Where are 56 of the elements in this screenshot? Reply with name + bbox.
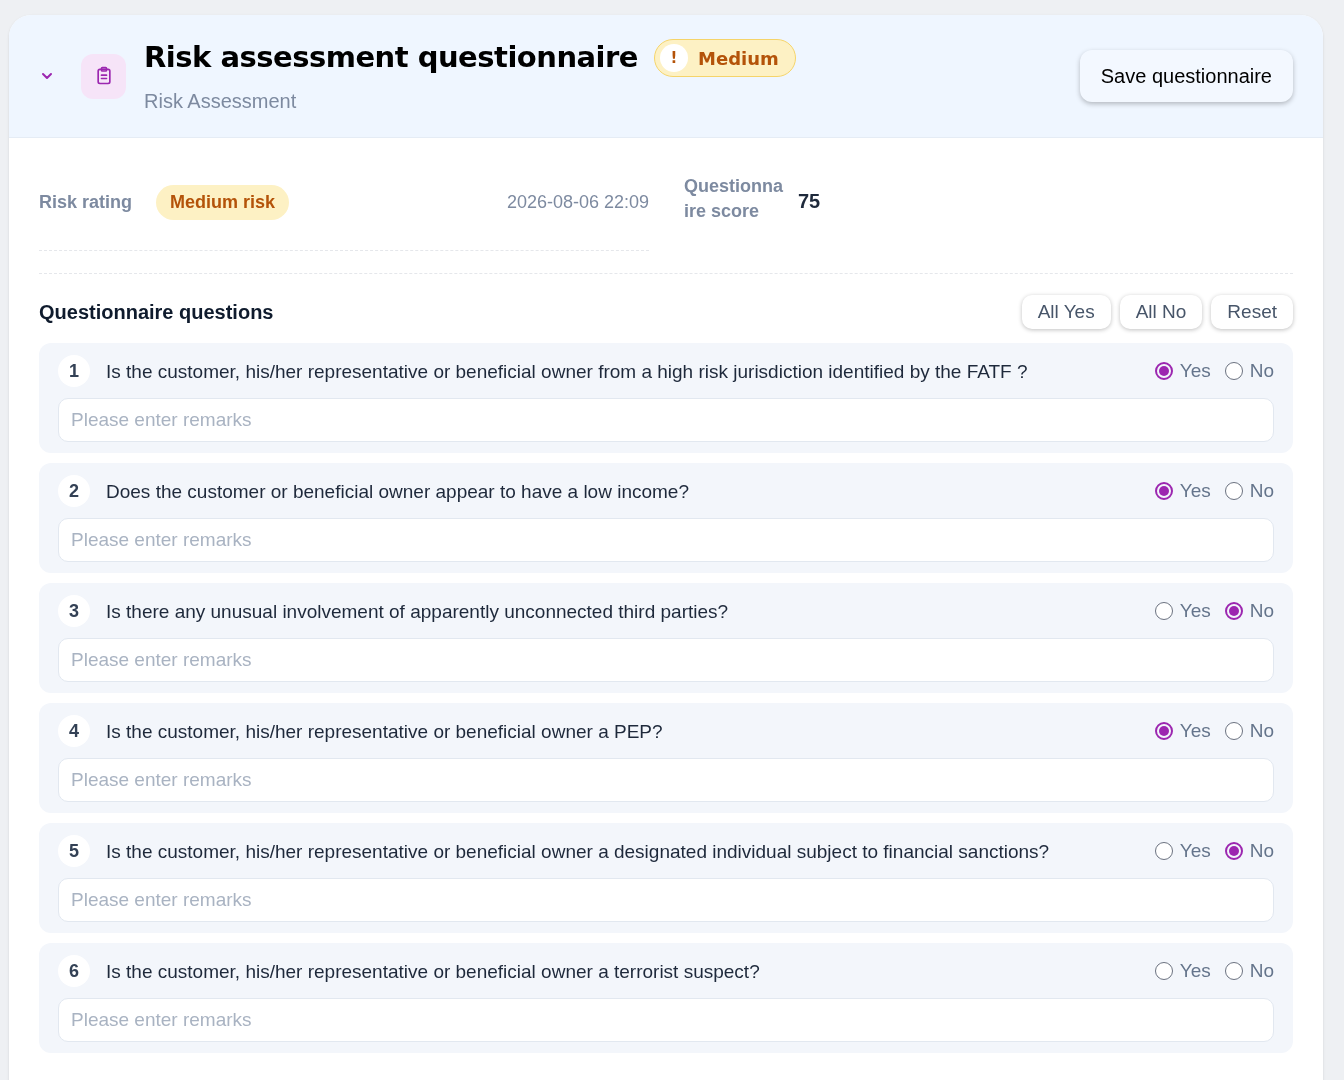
timestamp: 2026-08-06 22:09 <box>506 190 649 214</box>
remarks-field[interactable]: Please enter remarks <box>58 398 1274 442</box>
radio-icon[interactable] <box>1224 602 1243 621</box>
radio-option[interactable]: No <box>1224 957 1274 986</box>
radio-option[interactable]: No <box>1224 357 1274 386</box>
remarks-field[interactable]: Please enter remarks <box>58 518 1274 562</box>
radio-option[interactable]: Yes <box>1154 717 1211 746</box>
remarks-field[interactable]: Please enter remarks <box>58 758 1274 802</box>
radio-option[interactable]: No <box>1224 837 1274 866</box>
radio-icon[interactable] <box>1224 962 1243 981</box>
radio-option[interactable]: No <box>1224 477 1274 506</box>
page-title: Risk assessment questionnaire <box>144 39 639 77</box>
question-number: 3 <box>58 595 90 627</box>
question-text: Is the customer, his/her representative or beneficial owner a designated individual subject to financial sanctions? <box>106 839 1051 864</box>
question-number: 2 <box>58 475 90 507</box>
risk-level-badge: ! Medium <box>654 39 796 77</box>
radio-icon[interactable] <box>1154 722 1173 741</box>
clipboard-icon <box>81 53 126 99</box>
radio-icon[interactable] <box>1224 722 1243 741</box>
radio-option[interactable]: Yes <box>1154 357 1211 386</box>
section-title: Questionnaire questions <box>39 300 274 325</box>
page-subtitle: Risk Assessment <box>144 88 298 114</box>
radio-icon[interactable] <box>1154 362 1173 381</box>
bulk-action-button[interactable]: Reset <box>1211 295 1293 329</box>
radio-icon[interactable] <box>1154 842 1173 861</box>
radio-option[interactable]: No <box>1224 717 1274 746</box>
bulk-action-button[interactable]: All No <box>1119 295 1203 329</box>
score-label: Questionna ire score <box>684 175 784 223</box>
risk-rating-label: Risk rating <box>39 190 133 214</box>
question-number: 4 <box>58 715 90 747</box>
radio-icon[interactable] <box>1154 962 1173 981</box>
radio-option[interactable]: Yes <box>1154 957 1211 986</box>
radio-icon[interactable] <box>1224 482 1243 501</box>
radio-icon[interactable] <box>1154 602 1173 621</box>
radio-icon[interactable] <box>1224 842 1243 861</box>
radio-icon[interactable] <box>1224 362 1243 381</box>
question-number: 1 <box>58 355 90 387</box>
risk-rating-tag: Medium risk <box>156 184 290 220</box>
remarks-field[interactable]: Please enter remarks <box>58 638 1274 682</box>
radio-option[interactable]: No <box>1224 597 1274 626</box>
question-number: 5 <box>58 835 90 867</box>
question-text: Is the customer, his/her representative or beneficial owner a terrorist suspect? <box>106 959 761 984</box>
save-button[interactable]: Save questionnaire <box>1079 50 1293 102</box>
radio-option[interactable]: Yes <box>1154 837 1211 866</box>
question-text: Is the customer, his/her representative or beneficial owner from a high risk jurisdiction identified by the FATF ? <box>106 359 1029 384</box>
radio-option[interactable]: Yes <box>1154 597 1211 626</box>
remarks-field[interactable]: Please enter remarks <box>58 878 1274 922</box>
remarks-field[interactable]: Please enter remarks <box>58 998 1274 1042</box>
question-number: 6 <box>58 955 90 987</box>
question-text: Does the customer or beneficial owner appear to have a low income? <box>106 479 690 504</box>
radio-option[interactable]: Yes <box>1154 477 1211 506</box>
bulk-action-button[interactable]: All Yes <box>1021 295 1111 329</box>
question-text: Is there any unusual involvement of apparently unconnected third parties? <box>106 599 730 624</box>
question-text: Is the customer, his/her representative or beneficial owner a PEP? <box>106 719 664 744</box>
score-value: 75 <box>798 189 821 214</box>
radio-icon[interactable] <box>1154 482 1173 501</box>
